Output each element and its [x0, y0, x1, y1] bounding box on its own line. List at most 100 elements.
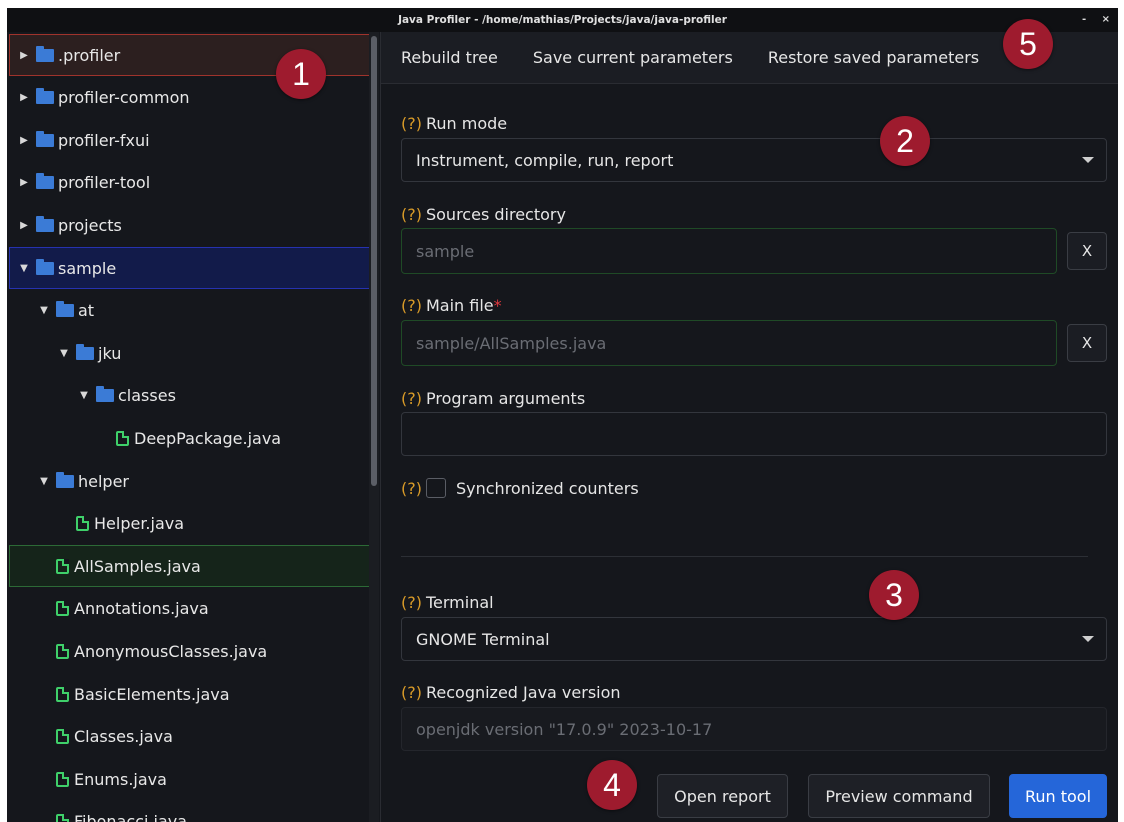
tree-scrollbar[interactable]: [369, 32, 379, 822]
save-parameters-button[interactable]: Save current parameters: [533, 48, 733, 67]
expand-arrow-icon[interactable]: ▶: [18, 92, 30, 103]
java-help-icon[interactable]: (?): [401, 683, 422, 702]
tree-item-label: BasicElements.java: [74, 684, 230, 704]
tree-item-label: profiler-common: [58, 88, 190, 108]
expand-arrow-icon[interactable]: ▶: [18, 177, 30, 188]
callout-badge-3: 3: [869, 570, 919, 620]
clear-sources-button[interactable]: X: [1067, 232, 1107, 270]
tree-folder-row[interactable]: ▼ jku: [9, 332, 370, 374]
main-file-help-icon[interactable]: (?): [401, 296, 422, 315]
chevron-down-icon: [1082, 636, 1094, 642]
tree-file-row[interactable]: BasicElements.java: [9, 673, 370, 715]
expand-arrow-icon[interactable]: ▶: [18, 135, 30, 146]
sources-help-icon[interactable]: (?): [401, 205, 422, 224]
folder-icon: [36, 173, 54, 190]
tree-item-label: Enums.java: [74, 769, 167, 789]
file-icon: [56, 771, 69, 787]
tree-folder-row[interactable]: ▼ at: [9, 290, 370, 332]
tree-file-row[interactable]: Classes.java: [9, 716, 370, 758]
terminal-label: (?) Terminal: [401, 593, 494, 612]
main-file-value: sample/AllSamples.java: [416, 333, 607, 353]
tree-item-label: at: [78, 301, 95, 321]
folder-icon: [36, 88, 54, 105]
run-mode-select[interactable]: Instrument, compile, run, report: [401, 138, 1107, 182]
terminal-select[interactable]: GNOME Terminal: [401, 617, 1107, 661]
tree-folder-row[interactable]: ▶ profiler-tool: [9, 162, 370, 204]
tree-item-label: Helper.java: [94, 514, 185, 534]
terminal-help-icon[interactable]: (?): [401, 593, 422, 612]
window-title: Java Profiler - /home/mathias/Projects/j…: [398, 14, 727, 26]
expand-arrow-icon[interactable]: ▶: [18, 50, 30, 61]
folder-icon: [36, 258, 54, 275]
terminal-value: GNOME Terminal: [416, 629, 550, 649]
callout-badge-5: 5: [1003, 19, 1053, 69]
section-divider: [401, 556, 1088, 557]
java-version-value: openjdk version "17.0.9" 2023-10-17: [416, 719, 713, 739]
run-mode-help-icon[interactable]: (?): [401, 114, 422, 133]
synchronized-counters-checkbox[interactable]: [425, 478, 446, 498]
expand-arrow-icon[interactable]: ▶: [18, 220, 30, 231]
program-arguments-input[interactable]: [401, 412, 1107, 456]
tree-item-label: jku: [98, 343, 122, 363]
app-window: Java Profiler - /home/mathias/Projects/j…: [7, 8, 1118, 822]
tree-item-label: DeepPackage.java: [134, 428, 282, 448]
tree-file-row[interactable]: AllSamples.java: [9, 545, 370, 588]
tree-folder-row[interactable]: ▼ helper: [9, 460, 370, 502]
collapse-arrow-icon[interactable]: ▼: [38, 476, 50, 487]
sources-directory-value: sample: [416, 241, 475, 261]
tree-item-label: sample: [58, 258, 117, 278]
collapse-arrow-icon[interactable]: ▼: [38, 305, 50, 316]
required-marker: *: [493, 296, 502, 315]
clear-main-file-button[interactable]: X: [1067, 324, 1107, 362]
main-file-field[interactable]: sample/AllSamples.java: [401, 320, 1057, 366]
java-version-field: openjdk version "17.0.9" 2023-10-17: [401, 707, 1107, 751]
tree-item-label: Fibonacci.java: [74, 812, 188, 822]
folder-icon: [56, 301, 74, 318]
callout-badge-1: 1: [276, 49, 326, 99]
folder-icon: [56, 471, 74, 488]
file-icon: [56, 814, 69, 822]
tree-file-row[interactable]: DeepPackage.java: [9, 417, 370, 459]
tree-folder-row[interactable]: ▶ profiler-fxui: [9, 119, 370, 161]
open-report-button[interactable]: Open report: [657, 774, 788, 818]
rebuild-tree-button[interactable]: Rebuild tree: [401, 48, 498, 67]
file-icon: [56, 601, 69, 617]
restore-parameters-button[interactable]: Restore saved parameters: [768, 48, 979, 67]
file-icon: [56, 729, 69, 745]
file-icon: [116, 430, 129, 446]
file-icon: [56, 686, 69, 702]
callout-badge-2: 2: [880, 116, 930, 166]
preview-command-button[interactable]: Preview command: [808, 774, 990, 818]
tree-folder-row[interactable]: ▼ sample: [9, 247, 370, 289]
file-icon: [76, 516, 89, 532]
tree-file-row[interactable]: Enums.java: [9, 758, 370, 800]
file-icon: [56, 558, 69, 574]
sources-directory-field[interactable]: sample: [401, 228, 1057, 274]
sync-help-icon[interactable]: (?): [401, 479, 422, 498]
tree-item-label: profiler-fxui: [58, 130, 150, 150]
tree-file-row[interactable]: Helper.java: [9, 503, 370, 545]
sources-label: (?) Sources directory: [401, 205, 566, 224]
folder-icon: [96, 386, 114, 403]
java-version-label: (?) Recognized Java version: [401, 683, 621, 702]
folder-icon: [36, 45, 54, 62]
tree-scroll-thumb[interactable]: [371, 36, 377, 486]
run-mode-label: (?) Run mode: [401, 114, 507, 133]
folder-icon: [36, 130, 54, 147]
arguments-help-icon[interactable]: (?): [401, 389, 422, 408]
close-button[interactable]: ×: [1102, 14, 1110, 25]
program-arguments-label: (?) Program arguments: [401, 389, 585, 408]
run-tool-button[interactable]: Run tool: [1009, 774, 1107, 818]
collapse-arrow-icon[interactable]: ▼: [18, 263, 30, 274]
tree-folder-row[interactable]: ▼ classes: [9, 375, 370, 417]
tree-file-row[interactable]: AnonymousClasses.java: [9, 630, 370, 672]
tree-folder-row[interactable]: ▶ projects: [9, 204, 370, 246]
collapse-arrow-icon[interactable]: ▼: [58, 348, 70, 359]
project-tree[interactable]: Fibonacci.java Enums.java Classes.java Basi…: [7, 32, 380, 822]
collapse-arrow-icon[interactable]: ▼: [78, 390, 90, 401]
minimize-button[interactable]: -: [1082, 14, 1086, 25]
tree-file-row[interactable]: Annotations.java: [9, 588, 370, 630]
synchronized-counters-row: (?) Synchronized counters: [401, 478, 639, 498]
tree-file-row[interactable]: Fibonacci.java: [9, 801, 370, 822]
window-controls: - ×: [1070, 8, 1110, 32]
